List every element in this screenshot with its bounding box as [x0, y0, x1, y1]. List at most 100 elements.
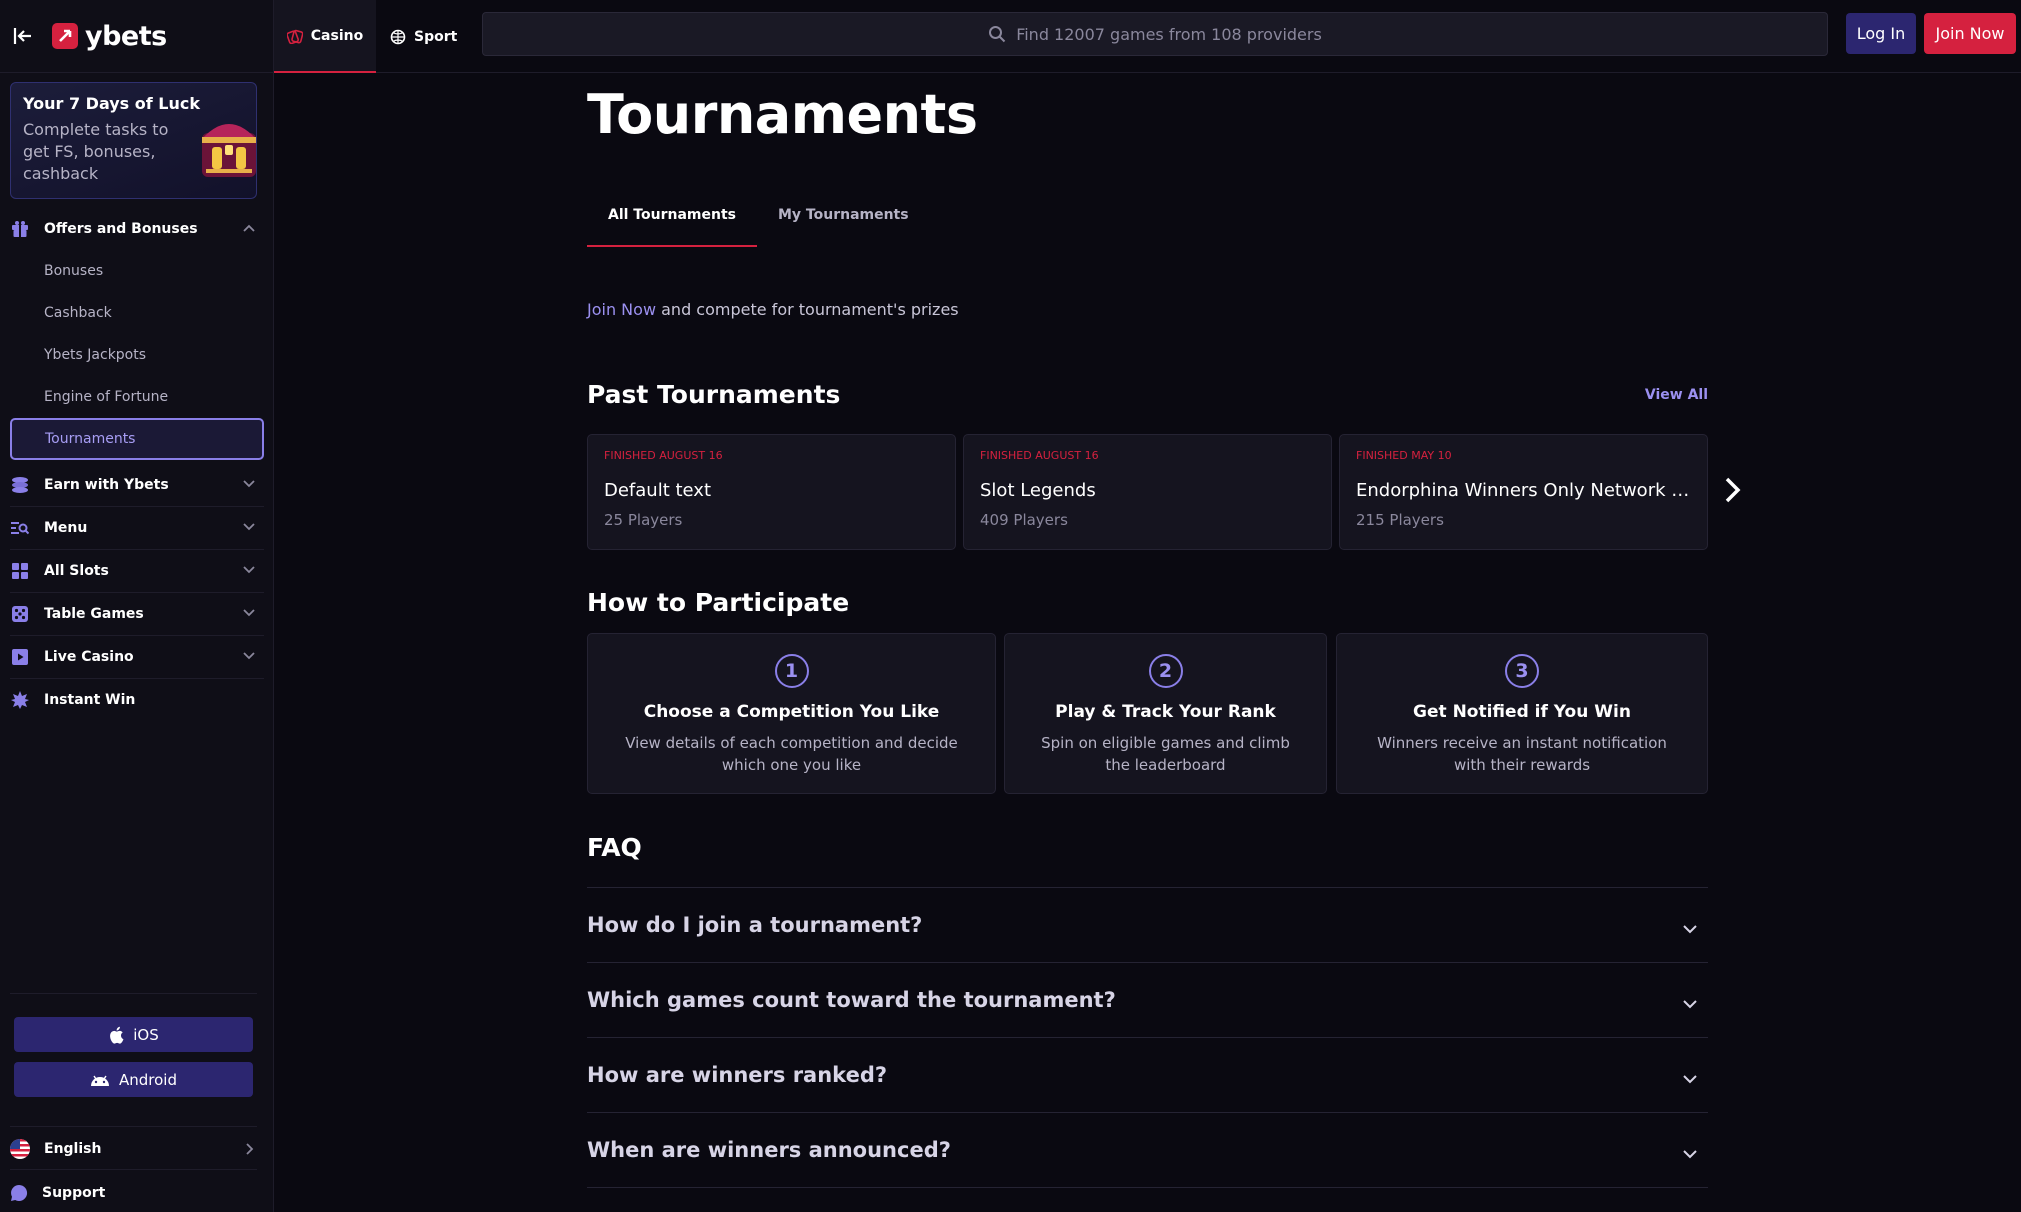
sidebar-group-menu[interactable]: Menu — [0, 507, 274, 549]
sidebar-group-offers[interactable]: Offers and Bonuses — [0, 208, 274, 250]
tournament-players: 25 Players — [604, 511, 683, 529]
step-card: 3 Get Notified if You Win Winners receiv… — [1336, 633, 1708, 794]
step-number: 1 — [774, 654, 809, 688]
join-prompt: Join Now and compete for tournament's pr… — [587, 300, 959, 319]
step-number: 2 — [1148, 654, 1183, 688]
chevron-right-icon — [243, 1142, 257, 1156]
divider — [10, 1126, 257, 1127]
tournament-players: 215 Players — [1356, 511, 1444, 529]
faq-question: When are winners announced? — [587, 1138, 951, 1162]
promo-description: Complete tasks to get FS, bonuses, cashb… — [23, 120, 169, 183]
faq-item[interactable]: How do I join a tournament? — [587, 887, 1708, 962]
tab-casino[interactable]: Casino — [274, 0, 376, 73]
sidebar-group-label: All Slots — [44, 563, 109, 579]
sidebar-group-instant-win[interactable]: Instant Win — [0, 679, 274, 721]
chevron-up-icon — [242, 221, 256, 239]
menu-search-icon — [10, 518, 30, 538]
support-link[interactable]: Support — [10, 1182, 257, 1204]
tournament-name: Endorphina Winners Only Network T... — [1356, 480, 1691, 501]
sidebar-group-label: Table Games — [44, 606, 144, 622]
step-card: 1 Choose a Competition You Like View det… — [587, 633, 996, 794]
logo[interactable]: ybets — [52, 21, 167, 52]
collapse-sidebar-icon[interactable] — [12, 25, 34, 47]
step-title: Choose a Competition You Like — [643, 702, 940, 722]
android-app-button[interactable]: Android — [14, 1062, 253, 1097]
divider — [10, 993, 257, 994]
faq-question: How do I join a tournament? — [587, 913, 923, 937]
tab-all-tournaments[interactable]: All Tournaments — [587, 207, 757, 247]
search-input[interactable]: Find 12007 games from 108 providers — [482, 12, 1828, 56]
divider — [10, 1169, 257, 1170]
sidebar-group-table-games[interactable]: Table Games — [0, 593, 274, 635]
divider — [587, 1187, 1708, 1188]
tournament-status: Finished May 10 — [1356, 449, 1452, 462]
tab-sport-label: Sport — [414, 28, 458, 45]
sidebar-item-engine-of-fortune[interactable]: Engine of Fortune — [0, 376, 274, 418]
tournament-name: Default text — [604, 480, 712, 501]
past-tournaments-title: Past Tournaments — [587, 380, 841, 409]
join-now-link[interactable]: Join Now — [587, 300, 656, 319]
sidebar-group-live-casino[interactable]: Live Casino — [0, 636, 274, 678]
faq-item[interactable]: Which games count toward the tournament? — [587, 962, 1708, 1037]
sidebar-item-tournaments[interactable]: Tournaments — [10, 418, 264, 460]
gift-icon — [10, 219, 30, 239]
chat-bubble-icon — [10, 1184, 28, 1202]
ios-app-button[interactable]: iOS — [14, 1017, 253, 1052]
sidebar-header: ybets — [0, 0, 273, 73]
chevron-down-icon — [242, 606, 256, 624]
language-selector[interactable]: English — [10, 1138, 257, 1160]
login-button[interactable]: Log In — [1846, 13, 1916, 54]
tournament-status: Finished August 16 — [604, 449, 723, 462]
step-card: 2 Play & Track Your Rank Spin on eligibl… — [1004, 633, 1327, 794]
sidebar-nav: Offers and Bonuses Bonuses Cashback Ybet… — [0, 208, 274, 721]
search-icon — [988, 25, 1006, 43]
sidebar-item-bonuses[interactable]: Bonuses — [0, 250, 274, 292]
ball-icon — [390, 29, 406, 45]
tournament-status: Finished August 16 — [980, 449, 1099, 462]
promo-banner[interactable]: Your 7 Days of Luck Complete tasks to ge… — [10, 82, 257, 199]
starburst-icon — [10, 690, 30, 710]
chevron-down-icon — [242, 563, 256, 581]
chevron-down-icon — [1682, 993, 1698, 1017]
chevron-down-icon — [242, 477, 256, 495]
android-icon — [90, 1074, 110, 1086]
faq-question: How are winners ranked? — [587, 1063, 888, 1087]
grid-icon — [10, 561, 30, 581]
ios-label: iOS — [133, 1025, 159, 1044]
faq-item[interactable]: How are winners ranked? — [587, 1037, 1708, 1112]
sidebar-group-label: Instant Win — [44, 692, 136, 708]
faq-item[interactable]: When are winners announced? — [587, 1112, 1708, 1187]
support-label: Support — [42, 1185, 106, 1201]
sidebar-group-label: Live Casino — [44, 649, 134, 665]
tab-casino-label: Casino — [310, 27, 364, 44]
sidebar-item-jackpots[interactable]: Ybets Jackpots — [0, 334, 274, 376]
view-all-link[interactable]: View All — [1645, 387, 1708, 403]
carousel-next-icon[interactable] — [1721, 475, 1743, 505]
chevron-down-icon — [242, 520, 256, 538]
past-tournament-card[interactable]: Finished August 16 Slot Legends 409 Play… — [963, 434, 1332, 550]
sidebar-group-label: Earn with Ybets — [44, 477, 169, 493]
faq-question: Which games count toward the tournament? — [587, 988, 1116, 1012]
top-bar: Casino Sport Find 12007 games from 108 p… — [274, 0, 2021, 73]
tournament-name: Slot Legends — [980, 480, 1096, 501]
coins-icon — [10, 475, 30, 495]
sidebar-group-all-slots[interactable]: All Slots — [0, 550, 274, 592]
logo-text: ybets — [85, 20, 167, 52]
tournament-players: 409 Players — [980, 511, 1068, 529]
chevron-down-icon — [1682, 1068, 1698, 1092]
step-description: Spin on eligible games and climb the lea… — [1041, 734, 1290, 774]
chevron-down-icon — [1682, 918, 1698, 942]
step-description: Winners receive an instant notification … — [1377, 734, 1667, 774]
sidebar-group-earn[interactable]: Earn with Ybets — [0, 464, 274, 506]
past-tournament-card[interactable]: Finished August 16 Default text 25 Playe… — [587, 434, 956, 550]
step-number: 3 — [1505, 654, 1539, 688]
faq-title: FAQ — [587, 833, 642, 862]
sidebar-group-label: Menu — [44, 520, 88, 536]
tab-sport[interactable]: Sport — [390, 0, 457, 73]
us-flag-icon — [10, 1139, 30, 1159]
join-now-button[interactable]: Join Now — [1924, 13, 2016, 54]
apple-icon — [108, 1026, 124, 1044]
sidebar-item-cashback[interactable]: Cashback — [0, 292, 274, 334]
past-tournament-card[interactable]: Finished May 10 Endorphina Winners Only … — [1339, 434, 1708, 550]
tab-my-tournaments[interactable]: My Tournaments — [757, 207, 930, 247]
